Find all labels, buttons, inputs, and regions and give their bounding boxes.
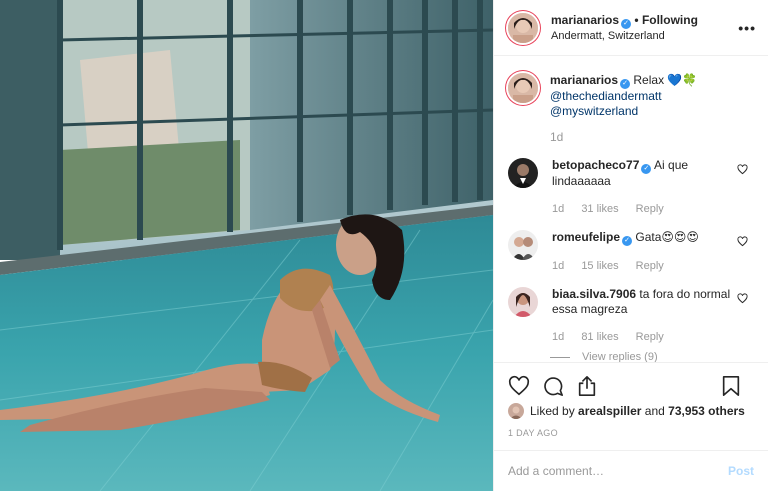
view-replies-line xyxy=(550,356,570,358)
post-timestamp[interactable]: 1 DAY AGO xyxy=(508,428,754,438)
comment-icon[interactable] xyxy=(542,375,564,397)
avatar-image xyxy=(508,230,538,260)
comment-heart-icon[interactable] xyxy=(737,293,748,304)
comment-time: 1d xyxy=(552,260,565,272)
verified-badge-icon: ✓ xyxy=(621,18,632,29)
comment-heart-icon[interactable] xyxy=(737,236,748,247)
liker-avatar[interactable] xyxy=(508,403,524,419)
reply-button[interactable]: Reply xyxy=(636,203,664,215)
comment-item: betopacheco77 ✓ Ai que lindaaaaaa 1d 31 l… xyxy=(508,158,754,217)
comment-username[interactable]: betopacheco77 xyxy=(552,158,639,172)
caption-text: Relax 💙🍀 xyxy=(633,73,698,87)
comment-item: biaa.silva.7906 ta fora do normal essa m… xyxy=(508,287,754,345)
comment-time: 1d xyxy=(552,203,565,215)
heart-icon[interactable] xyxy=(508,375,530,397)
add-comment-bar: Post xyxy=(494,450,768,491)
share-icon[interactable] xyxy=(576,375,598,397)
post-actions: Liked by arealspiller and 73,953 others … xyxy=(494,362,768,452)
author-avatar[interactable] xyxy=(508,12,538,43)
avatar-image xyxy=(508,12,538,43)
view-replies-button[interactable]: View replies (9) xyxy=(550,351,754,362)
caption: marianarios ✓ Relax 💙🍀 @thechediandermatt… xyxy=(508,57,754,145)
commenter-avatar[interactable] xyxy=(508,287,538,317)
post-header: marianarios ✓ • Following Andermatt, Swit… xyxy=(494,0,768,56)
commenter-avatar[interactable] xyxy=(508,230,538,260)
bookmark-icon[interactable] xyxy=(720,375,742,397)
avatar-image xyxy=(508,403,524,419)
reply-button[interactable]: Reply xyxy=(636,260,664,272)
comment-input[interactable] xyxy=(508,464,728,478)
comment-text: Gata😍😍😍 xyxy=(635,230,699,244)
verified-badge-icon: ✓ xyxy=(641,164,652,174)
avatar-image xyxy=(508,287,538,317)
location-link[interactable]: Andermatt, Switzerland xyxy=(551,29,698,43)
avatar-image xyxy=(508,158,538,188)
author-username[interactable]: marianarios xyxy=(551,13,619,27)
verified-badge-icon: ✓ xyxy=(622,236,633,246)
comment-item: romeufelipe ✓ Gata😍😍😍 1d 15 likes Reply xyxy=(508,230,754,274)
instagram-post: marianarios ✓ • Following Andermatt, Swit… xyxy=(0,0,768,491)
post-photo[interactable] xyxy=(0,0,493,491)
ellipsis-icon[interactable]: ••• xyxy=(738,20,756,36)
mention-link[interactable]: @thechediandermatt xyxy=(550,89,662,103)
post-comment-button[interactable]: Post xyxy=(728,464,754,478)
mention-link[interactable]: @myswitzerland xyxy=(550,104,638,118)
caption-avatar[interactable] xyxy=(508,73,538,103)
comment-username[interactable]: biaa.silva.7906 xyxy=(552,287,636,301)
following-button[interactable]: Following xyxy=(642,13,698,27)
comment-likes[interactable]: 31 likes xyxy=(581,203,618,215)
comment-heart-icon[interactable] xyxy=(737,164,748,175)
verified-badge-icon: ✓ xyxy=(620,79,631,89)
comment-username[interactable]: romeufelipe xyxy=(552,230,620,244)
header-separator: • xyxy=(634,12,639,27)
comments-list[interactable]: marianarios ✓ Relax 💙🍀 @thechediandermatt… xyxy=(494,57,768,362)
reply-button[interactable]: Reply xyxy=(636,331,664,343)
caption-time: 1d xyxy=(550,130,564,144)
pool-photo-illustration xyxy=(0,0,493,491)
view-replies-label[interactable]: View replies (9) xyxy=(582,351,658,362)
avatar-image xyxy=(508,73,538,103)
caption-username[interactable]: marianarios xyxy=(550,73,618,87)
post-sidebar: marianarios ✓ • Following Andermatt, Swit… xyxy=(493,0,768,491)
commenter-avatar[interactable] xyxy=(508,158,538,188)
comment-time: 1d xyxy=(552,331,565,343)
comment-likes[interactable]: 15 likes xyxy=(581,260,618,272)
comment-likes[interactable]: 81 likes xyxy=(581,331,618,343)
